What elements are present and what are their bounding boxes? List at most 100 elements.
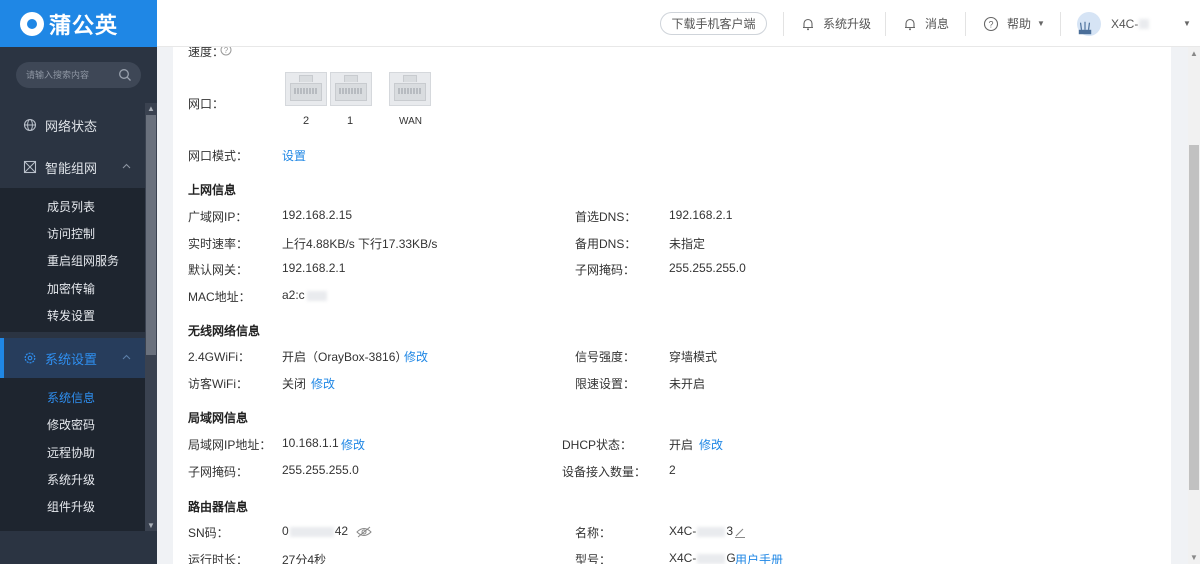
guest-wifi-edit-link[interactable]: 修改 xyxy=(311,375,335,392)
system-upgrade-label: 系统升级 xyxy=(823,17,872,31)
help-icon[interactable]: ? xyxy=(220,47,232,56)
sidebar-subitem-change-password[interactable]: 修改密码 xyxy=(47,412,145,439)
sidebar-item-label: 网络状态 xyxy=(45,118,98,134)
search-icon[interactable] xyxy=(118,68,132,82)
dhcp-edit-link[interactable]: 修改 xyxy=(699,436,723,453)
port-2-icon xyxy=(285,72,327,106)
port-mode-label: 网口模式： xyxy=(188,149,249,163)
sidebar-scrollbar[interactable]: ▲ ▼ xyxy=(145,103,157,531)
sn-suffix: 42 xyxy=(334,524,349,538)
brand-logo[interactable]: 蒲公英 xyxy=(0,0,157,47)
mac-visible: a2:c xyxy=(282,288,305,302)
gateway-label: 默认网关： xyxy=(188,263,249,277)
section-title-router: 路由器信息 xyxy=(188,500,249,514)
bell-icon xyxy=(803,18,813,30)
sn-value: 0 42 xyxy=(282,524,348,538)
sidebar-subitem-component-upgrade[interactable]: 组件升级 xyxy=(47,494,145,521)
divider xyxy=(885,12,886,36)
messages-button[interactable]: 消息 xyxy=(903,0,949,47)
lan-mask-label: 子网掩码： xyxy=(188,465,249,479)
eye-off-icon[interactable] xyxy=(356,526,372,538)
port-1-icon xyxy=(330,72,372,106)
caret-down-icon[interactable]: ▼ xyxy=(1183,19,1191,28)
dns1-value: 192.168.2.1 xyxy=(669,208,733,222)
router-name-suffix: 3 xyxy=(726,524,734,538)
lan-ip-label: 局域网IP地址： xyxy=(188,438,272,452)
gateway-value: 192.168.2.1 xyxy=(282,261,346,275)
wifi24-edit-link[interactable]: 修改 xyxy=(404,348,428,365)
divider xyxy=(1060,12,1061,36)
mac-value: a2:c xyxy=(282,288,327,302)
redacted-text xyxy=(697,553,726,564)
router-name-prefix: X4C- xyxy=(669,524,697,538)
bell-icon xyxy=(905,18,915,30)
sidebar-scrollbar-thumb[interactable] xyxy=(146,115,156,355)
section-title-lan: 局域网信息 xyxy=(188,411,249,425)
sn-label: SN码： xyxy=(188,526,229,540)
caret-down-icon: ▼ xyxy=(1037,19,1045,28)
sidebar-subitem-restart-service[interactable]: 重启组网服务 xyxy=(47,248,145,275)
scroll-down-icon[interactable]: ▼ xyxy=(147,521,155,530)
device-name: X4C- xyxy=(1111,16,1139,31)
model-prefix: X4C- xyxy=(669,551,697,564)
uptime-label: 运行时长： xyxy=(188,553,249,564)
speed-label: 实时速率： xyxy=(188,237,249,251)
sidebar-search xyxy=(16,62,141,88)
redacted-text xyxy=(306,290,327,301)
wifi24-value: 开启（OrayBox-3816） xyxy=(282,350,408,364)
sidebar-item-smart-network[interactable]: 智能组网 xyxy=(0,147,145,187)
sidebar-subitem-access-control[interactable]: 访问控制 xyxy=(47,221,145,248)
sidebar-item-network-status[interactable]: 网络状态 xyxy=(0,105,145,145)
sidebar-subitem-forwarding[interactable]: 转发设置 xyxy=(47,303,145,330)
download-app-button[interactable]: 下载手机客户端 xyxy=(660,12,767,35)
rate-limit-label: 限速设置： xyxy=(575,377,636,391)
dns2-value: 未指定 xyxy=(669,237,706,251)
svg-text:?: ? xyxy=(988,19,993,29)
subnet-mask-value: 255.255.255.0 xyxy=(669,261,746,275)
redacted-text xyxy=(289,526,334,537)
scroll-up-icon[interactable]: ▲ xyxy=(147,104,155,113)
globe-icon xyxy=(23,118,37,132)
brand-name: 蒲公英 xyxy=(49,12,119,38)
mac-label: MAC地址： xyxy=(188,290,251,304)
port-label: 1 xyxy=(347,115,354,127)
lan-ip-edit-link[interactable]: 修改 xyxy=(341,436,365,453)
signal-value: 穿墙模式 xyxy=(669,350,718,364)
router-name-label: 名称： xyxy=(575,526,612,540)
scroll-down-icon[interactable]: ▼ xyxy=(1190,553,1198,562)
redacted-text xyxy=(697,526,726,537)
dns2-label: 备用DNS： xyxy=(575,237,637,251)
wan-ip-value: 192.168.2.15 xyxy=(282,208,353,222)
top-bar: 下载手机客户端 系统升级 消息 ? 帮助 ▼ X4C- ▼ xyxy=(157,0,1200,47)
model-label: 型号： xyxy=(575,553,612,564)
help-icon: ? xyxy=(983,16,999,31)
main-scrollbar-thumb[interactable] xyxy=(1189,145,1199,490)
uptime-value: 27分4秒 xyxy=(282,553,327,564)
sidebar-subitem-members[interactable]: 成员列表 xyxy=(47,194,145,221)
router-name-value: X4C- 3 xyxy=(669,524,733,538)
system-upgrade-button[interactable]: 系统升级 xyxy=(801,0,871,47)
sidebar-subitem-system-info[interactable]: 系统信息 xyxy=(47,385,145,412)
edit-icon[interactable] xyxy=(734,526,746,538)
sidebar-subitem-remote-assist[interactable]: 远程协助 xyxy=(47,440,145,467)
help-label: 帮助 xyxy=(1007,17,1032,31)
sidebar-subitem-encryption[interactable]: 加密传输 xyxy=(47,276,145,303)
system-info-panel: 速度： ? 网口： 2 1 WAN 网口模式： 设置 上网信息 广域网IP： 1… xyxy=(173,47,1171,564)
scroll-up-icon[interactable]: ▲ xyxy=(1190,49,1198,58)
device-menu[interactable]: X4C- xyxy=(1077,0,1150,47)
main-scrollbar[interactable]: ▲ ▼ xyxy=(1188,47,1200,564)
port-label: WAN xyxy=(399,116,422,127)
port-label: 2 xyxy=(303,115,310,127)
redacted-text xyxy=(1139,18,1150,29)
section-title-internet: 上网信息 xyxy=(188,183,237,197)
rate-limit-value: 未开启 xyxy=(669,377,706,391)
sidebar-item-system-settings[interactable]: 系统设置 xyxy=(0,338,145,378)
user-manual-link[interactable]: 用户手册 xyxy=(735,551,783,564)
network-icon xyxy=(23,160,37,174)
wifi24-label: 2.4GWiFi： xyxy=(188,350,251,364)
help-button[interactable]: ? 帮助 ▼ xyxy=(983,0,1045,47)
sidebar-item-label: 智能组网 xyxy=(45,160,98,176)
search-input[interactable] xyxy=(26,70,112,80)
sidebar-subitem-system-upgrade[interactable]: 系统升级 xyxy=(47,467,145,494)
port-mode-settings-link[interactable]: 设置 xyxy=(282,147,306,164)
